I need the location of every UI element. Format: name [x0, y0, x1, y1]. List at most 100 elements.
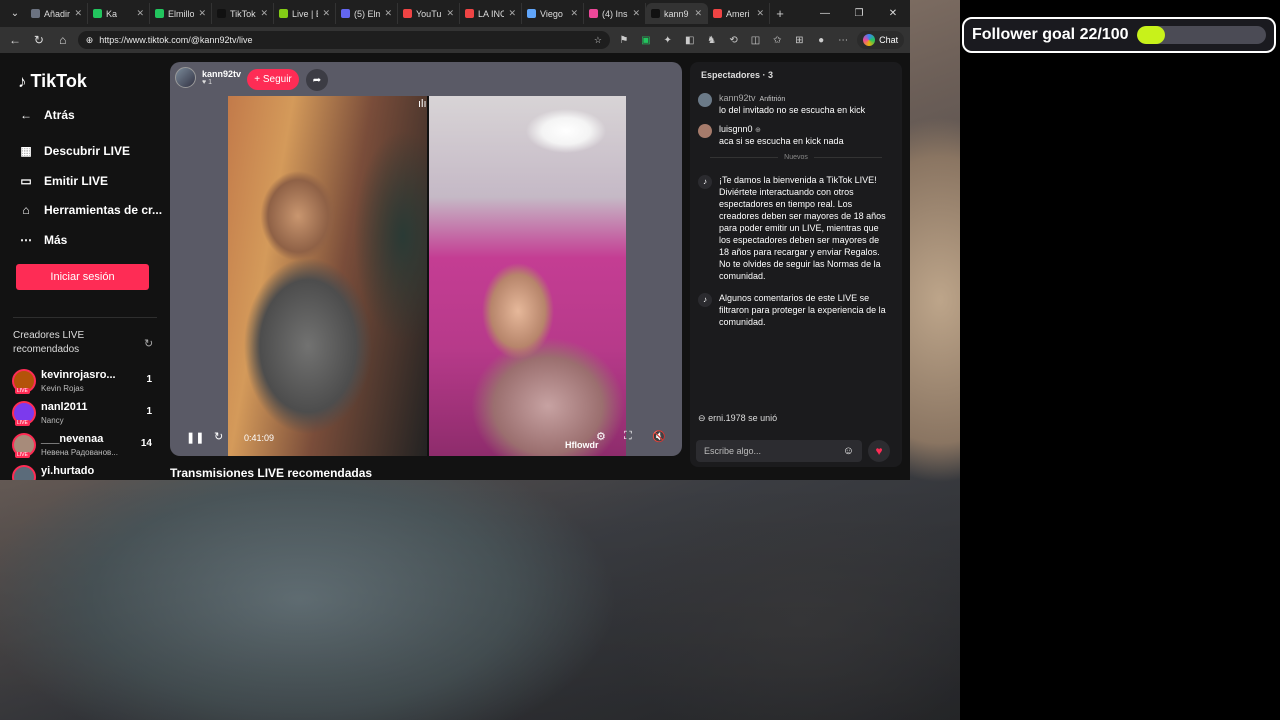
collections-icon[interactable]: ⊞: [791, 35, 807, 46]
close-tab-icon[interactable]: ✕: [446, 8, 454, 19]
chat-input[interactable]: Escribe algo... ☺: [696, 440, 862, 462]
extension-icon[interactable]: ⟲: [726, 35, 742, 46]
close-tab-icon[interactable]: ✕: [508, 8, 516, 19]
join-icon: ⊖: [698, 413, 706, 423]
close-tab-icon[interactable]: ✕: [260, 8, 268, 19]
refresh-icon[interactable]: ↻: [144, 337, 153, 350]
creator-item[interactable]: LIVE ___nevenaa Невена Радованов... 14: [12, 431, 158, 461]
sidebar-item-emitir[interactable]: ▭ Emitir LIVE: [18, 174, 108, 188]
recommended-heading: Transmisiones LIVE recomendadas: [170, 466, 373, 480]
address-bar: ← ↻ ⌂ ⊕ https://www.tiktok.com/@kann92tv…: [0, 27, 910, 53]
tiktok-logo[interactable]: ♪ TikTok: [18, 71, 87, 92]
browser-tab[interactable]: (5) Elm ✕: [336, 3, 398, 24]
creator-item[interactable]: LIVE kevinrojasro... Kevin Rojas 1: [12, 367, 158, 397]
profile-avatar[interactable]: ●: [813, 35, 829, 46]
browser-tab[interactable]: (4) Ins ✕: [584, 3, 646, 24]
browser-tab[interactable]: TikTok ✕: [212, 3, 274, 24]
pause-icon[interactable]: ❚❚: [186, 431, 204, 444]
tab-favicon-icon: [713, 9, 722, 18]
extension-icon[interactable]: ♞: [704, 35, 720, 46]
tab-title: Live | E: [292, 8, 318, 19]
copilot-icon: [863, 34, 876, 46]
url-field[interactable]: ⊕ https://www.tiktok.com/@kann92tv/live …: [77, 31, 610, 49]
follow-button[interactable]: + Seguir: [247, 69, 299, 90]
tiktok-page: ♪ TikTok ← Atrás ▦ Descubrir LIVE ▭ Emit…: [0, 53, 910, 480]
tab-strip: Añadir✕Ka✕Elmillo✕TikTok✕Live | E✕(5) El…: [26, 3, 770, 24]
close-tab-icon[interactable]: ✕: [136, 8, 144, 19]
sidebar-back[interactable]: ← Atrás: [18, 108, 75, 122]
live-badge: LIVE: [15, 452, 30, 458]
close-tab-icon[interactable]: ✕: [632, 8, 640, 19]
browser-tab[interactable]: LA INC ✕: [460, 3, 522, 24]
browser-tab[interactable]: Elmillo ✕: [150, 3, 212, 24]
guest-video-feed: [428, 96, 626, 456]
close-tab-icon[interactable]: ✕: [756, 8, 764, 19]
login-button[interactable]: Iniciar sesión: [16, 264, 149, 290]
close-tab-icon[interactable]: ✕: [322, 8, 330, 19]
tab-title: Elmillo: [168, 8, 195, 19]
site-info-icon[interactable]: ⊕: [86, 35, 94, 46]
settings-icon[interactable]: ⚙: [596, 430, 606, 443]
replay-icon[interactable]: ↻: [214, 430, 223, 443]
tab-favicon-icon: [465, 9, 474, 18]
avatar[interactable]: [698, 124, 712, 138]
extension-icon[interactable]: ✦: [660, 35, 676, 46]
browser-tab[interactable]: Viego ✕: [522, 3, 584, 24]
share-icon[interactable]: ➦: [306, 69, 328, 91]
browser-tab[interactable]: YouTu ✕: [398, 3, 460, 24]
split-screen-icon[interactable]: ◫: [747, 35, 763, 46]
new-tab-icon[interactable]: +: [770, 6, 790, 21]
browser-tab[interactable]: Live | E ✕: [274, 3, 336, 24]
favorite-star-icon[interactable]: ☆: [594, 35, 602, 46]
avatar[interactable]: [698, 93, 712, 107]
tab-bar: ⌄ Añadir✕Ka✕Elmillo✕TikTok✕Live | E✕(5) …: [0, 0, 910, 27]
creator-name: ___nevenaa: [41, 433, 104, 445]
close-tab-icon[interactable]: ✕: [198, 8, 206, 19]
browser-tab[interactable]: kann9 ✕: [646, 3, 708, 24]
host-avatar[interactable]: [175, 67, 196, 88]
tab-favicon-icon: [341, 9, 350, 18]
browser-tab[interactable]: Ka ✕: [88, 3, 150, 24]
close-tab-icon[interactable]: ✕: [384, 8, 392, 19]
close-tab-icon[interactable]: ✕: [74, 8, 82, 19]
tab-favicon-icon: [527, 9, 536, 18]
creator-item[interactable]: LIVEyi.hurtado: [12, 463, 158, 480]
viewers-header[interactable]: Espectadores · 3: [701, 70, 773, 80]
creator-item[interactable]: LIVE nanl2011 Nancy 1: [12, 399, 158, 429]
close-tab-icon[interactable]: ✕: [570, 8, 578, 19]
reload-icon[interactable]: ↻: [30, 33, 48, 47]
fullscreen-icon[interactable]: ⛶: [624, 430, 632, 443]
extension-icon[interactable]: ▣: [638, 35, 654, 46]
browser-window: ⌄ Añadir✕Ka✕Elmillo✕TikTok✕Live | E✕(5) …: [0, 0, 910, 480]
close-window-icon[interactable]: ✕: [876, 8, 910, 19]
back-icon[interactable]: ←: [6, 33, 24, 47]
favorites-icon[interactable]: ✩: [769, 35, 785, 46]
window-controls: — ❐ ✕: [808, 8, 910, 19]
minimize-icon[interactable]: —: [808, 8, 842, 19]
more-menu-icon[interactable]: ⋯: [835, 35, 851, 46]
browser-tab[interactable]: Añadir ✕: [26, 3, 88, 24]
like-heart-button[interactable]: ♥: [868, 440, 890, 462]
tab-title: YouTu: [416, 8, 442, 19]
tab-list-icon[interactable]: ⌄: [4, 8, 26, 19]
tiktok-note-icon: ♪: [698, 293, 712, 307]
sidebar-item-herramientas[interactable]: ⌂ Herramientas de cr...: [18, 203, 162, 217]
host-info[interactable]: kann92tv ♥ 1: [175, 67, 241, 88]
tab-title: Ka: [106, 8, 118, 19]
copilot-chat-button[interactable]: Chat: [857, 31, 905, 49]
extension-icon[interactable]: ◧: [682, 35, 698, 46]
sidebar-item-descubrir[interactable]: ▦ Descubrir LIVE: [18, 144, 130, 158]
creator-subtitle: Невена Радованов...: [41, 448, 118, 457]
maximize-icon[interactable]: ❐: [842, 8, 876, 19]
sidebar-item-mas[interactable]: ⋯ Más: [18, 233, 67, 247]
tab-title: LA INC: [478, 8, 505, 19]
browser-tab[interactable]: Ameri ✕: [708, 3, 770, 24]
extension-icon[interactable]: ⚑: [616, 35, 632, 46]
emoji-icon[interactable]: ☺: [843, 445, 854, 457]
home-icon[interactable]: ⌂: [54, 33, 72, 47]
mute-icon[interactable]: 🔇: [652, 430, 666, 443]
close-tab-icon[interactable]: ✕: [694, 8, 702, 19]
live-video-player[interactable]: ılı kann92tv ♥ 1 + Seguir ➦ ❚❚ ↻ 0:41:09…: [170, 62, 682, 456]
creator-viewer-count: 14: [140, 438, 152, 449]
welcome-text: ¡Te damos la bienvenida a TikTok LIVE! D…: [719, 175, 886, 281]
